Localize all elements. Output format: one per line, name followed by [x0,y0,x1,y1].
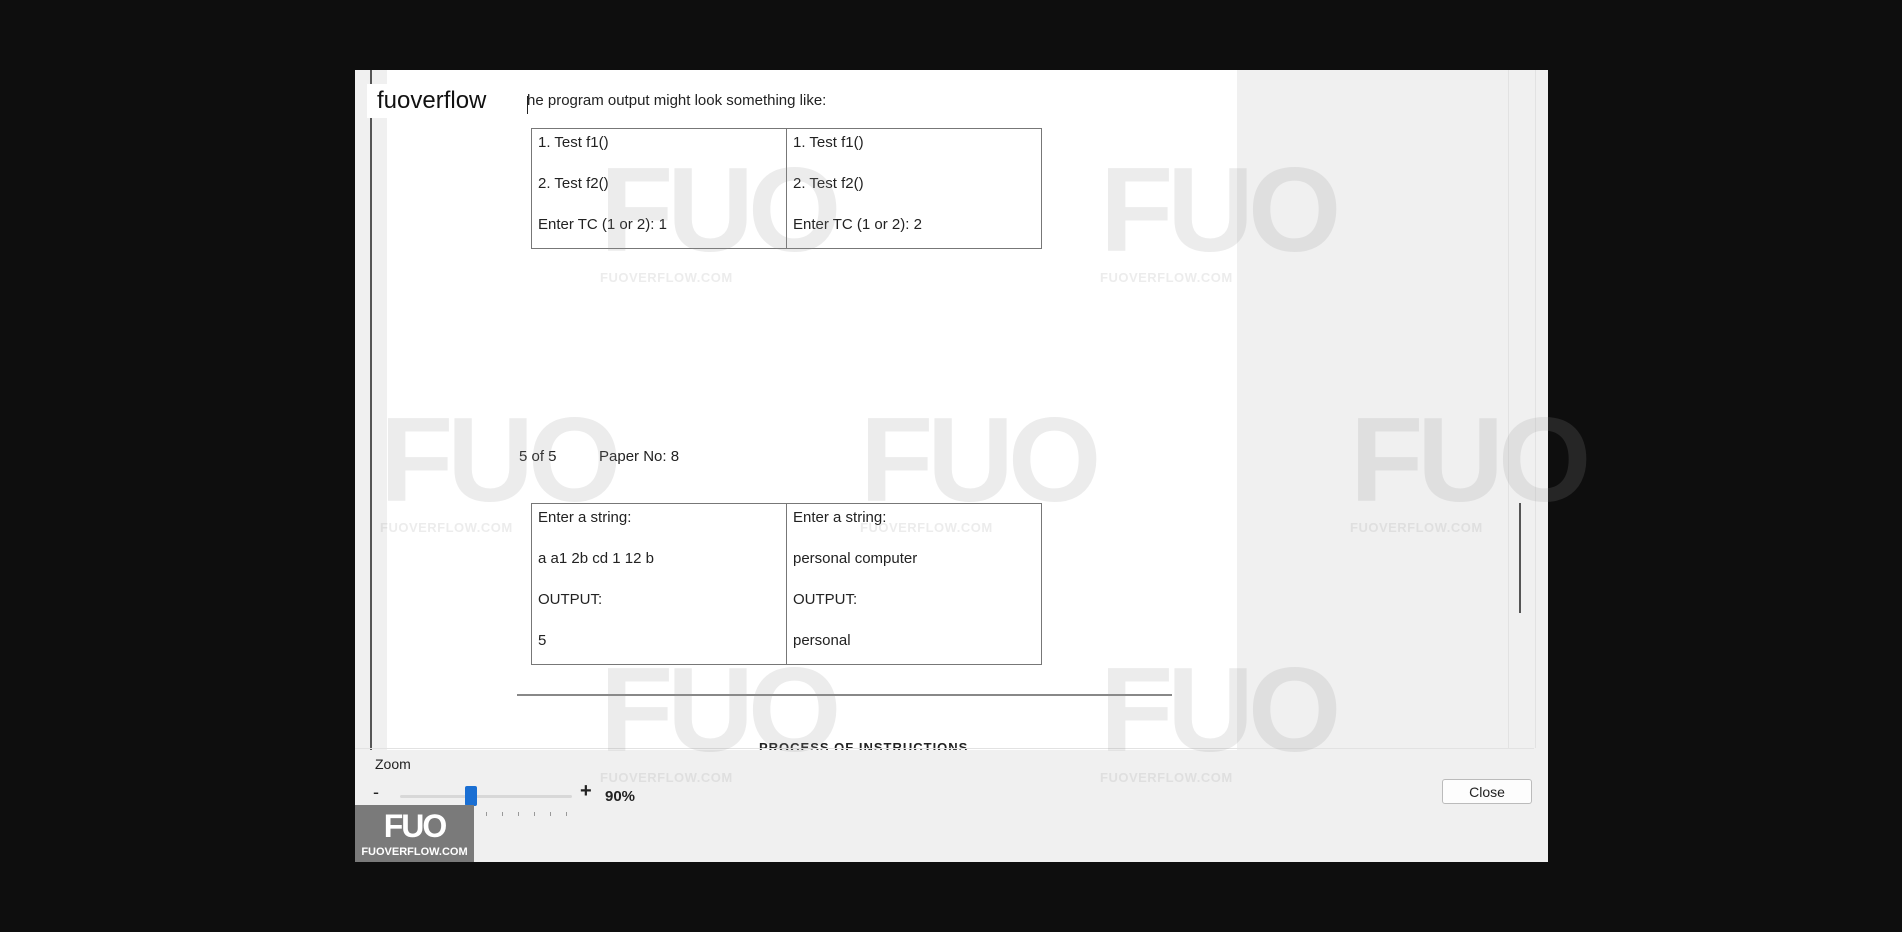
zoom-slider-thumb[interactable] [465,786,477,806]
table-cell: 1. Test f1() 2. Test f2() Enter TC (1 or… [786,128,1042,249]
vertical-scrollbar[interactable] [1508,70,1536,748]
table-cell: Enter a string: a a1 2b cd 1 12 b OUTPUT… [531,503,787,665]
cell-line: Enter TC (1 or 2): 1 [538,216,667,233]
zoom-out-button[interactable]: - [373,782,379,803]
zoom-label: Zoom [375,756,411,772]
cell-line: OUTPUT: [538,591,603,608]
table-cell: 1. Test f1() 2. Test f2() Enter TC (1 or… [531,128,787,249]
cell-line: Enter a string: [793,509,887,526]
slider-tick [550,812,551,816]
zoom-slider-track[interactable] [400,795,572,798]
logo-text: FUOVERFLOW.COM [361,846,468,858]
page-number: 5 of 5 [519,448,557,465]
slider-tick [566,812,567,816]
zoom-in-button[interactable]: + [580,780,592,803]
document-page: he program output might look something l… [387,70,1237,750]
document-viewport[interactable]: he program output might look something l… [355,70,1548,750]
cell-line: 2. Test f2() [793,175,864,192]
scrollbar-thumb[interactable] [1519,503,1521,613]
logo-mark: FUO [383,808,448,844]
test-case-table-2: Enter a string: a a1 2b cd 1 12 b OUTPUT… [531,503,1042,665]
cell-line: Enter TC (1 or 2): 2 [793,216,922,233]
viewer-divider [355,748,1534,749]
slider-tick [534,812,535,816]
table-cell: Enter a string: personal computer OUTPUT… [786,503,1042,665]
test-case-table-1: 1. Test f1() 2. Test f2() Enter TC (1 or… [531,128,1042,249]
zoom-slider-ticks [470,812,580,817]
cell-line: 1. Test f1() [793,134,864,151]
close-button[interactable]: Close [1442,779,1532,804]
slider-tick [486,812,487,816]
zoom-value: 90% [605,788,636,805]
brand-badge: fuoverflow [367,84,490,118]
cell-line: personal computer [793,550,918,567]
cell-line: OUTPUT: [793,591,858,608]
document-viewer-dialog: he program output might look something l… [355,70,1548,862]
cell-line: Enter a string: [538,509,632,526]
cell-line: 5 [538,632,547,649]
cell-line: 1. Test f1() [538,134,609,151]
cell-line: a a1 2b cd 1 12 b [538,550,654,567]
cell-line: 2. Test f2() [538,175,609,192]
slider-tick [518,812,519,816]
horizontal-rule [517,694,1172,696]
cell-line: personal [793,632,851,649]
slider-tick [502,812,503,816]
fuoverflow-logo: FUO FUOVERFLOW.COM [355,805,474,862]
paper-number: Paper No: 8 [599,448,680,465]
left-border-line [370,70,372,750]
intro-text: he program output might look something l… [527,92,827,109]
